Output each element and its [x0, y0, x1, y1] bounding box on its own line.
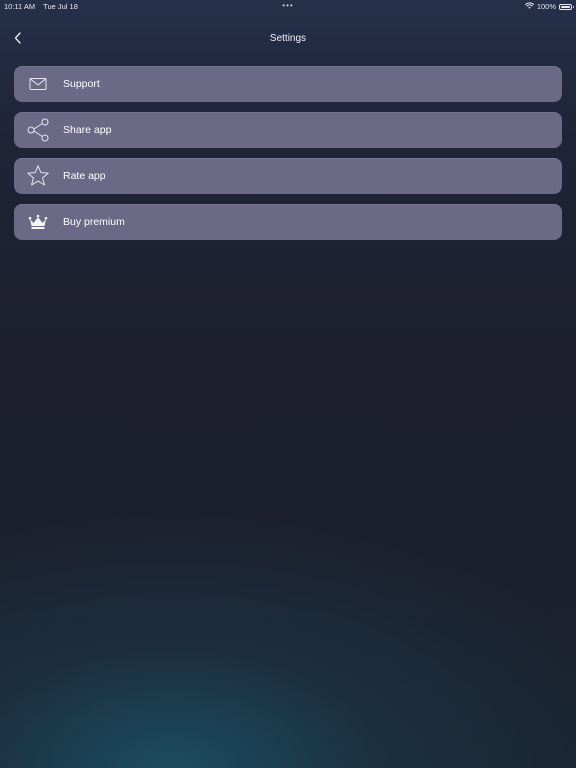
rate-app-button[interactable]: Rate app — [14, 158, 562, 194]
support-label: Support — [63, 78, 100, 90]
navigation-bar: Settings — [0, 28, 576, 52]
buy-premium-label: Buy premium — [63, 216, 125, 228]
support-button[interactable]: Support — [14, 66, 562, 102]
crown-icon — [14, 204, 62, 240]
settings-menu: Support Share app Rate app Buy premium — [14, 66, 562, 250]
share-app-button[interactable]: Share app — [14, 112, 562, 148]
wifi-icon — [524, 2, 534, 11]
share-app-label: Share app — [63, 124, 112, 136]
multitasking-dots[interactable]: ••• — [282, 1, 293, 10]
page-title: Settings — [269, 33, 307, 44]
buy-premium-button[interactable]: Buy premium — [14, 204, 562, 240]
envelope-icon — [14, 66, 62, 102]
battery-percentage: 100% — [536, 2, 556, 11]
rate-app-label: Rate app — [63, 170, 106, 182]
status-right: 100% — [524, 2, 574, 11]
star-icon — [14, 158, 62, 194]
battery-icon — [559, 3, 574, 10]
status-bar: 10:11 AM Tue Jul 18 ••• 100% — [0, 0, 576, 12]
status-left: 10:11 AM Tue Jul 18 — [4, 2, 78, 11]
status-time: 10:11 AM — [4, 2, 36, 11]
status-date: Tue Jul 18 — [43, 2, 78, 11]
share-icon — [14, 112, 62, 148]
